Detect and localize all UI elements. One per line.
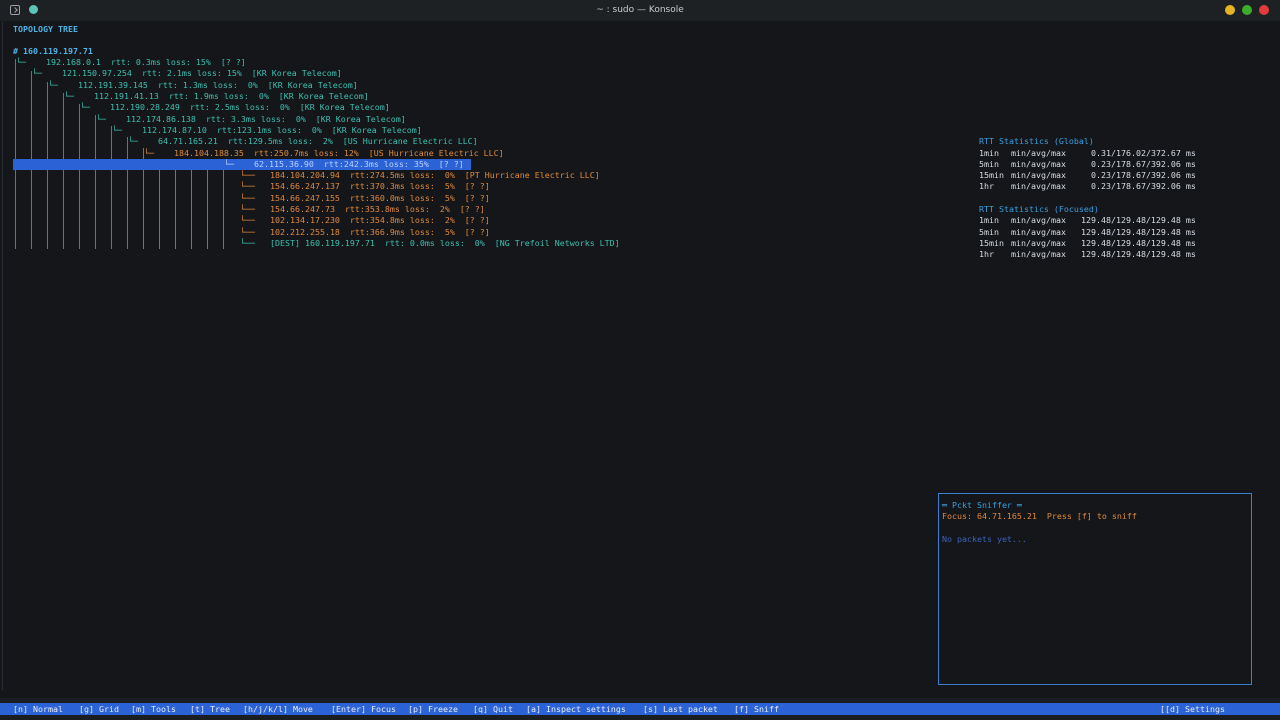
tree-row[interactable]: └─ 112.174.87.10 rtt:123.1ms loss: 0% [K… [112,125,422,136]
tree-rail [207,159,208,249]
hop-text: 121.150.97.254 rtt: 2.1ms loss: 15% [KR … [61,68,342,78]
hop-text: 112.174.87.10 rtt:123.1ms loss: 0% [KR K… [141,125,422,135]
rtt-global-title: RTT Statistics (Global) [979,136,1094,146]
tree-rail [111,126,112,249]
hop-text: 102.212.255.18 rtt:366.9ms loss: 5% [? ?… [270,227,490,237]
tree-connector: └─ [224,159,234,169]
hop-text: 192.168.0.1 rtt: 0.3ms loss: 15% [? ?] [45,57,246,67]
close-icon[interactable] [1259,5,1269,15]
hop-text: [DEST] 160.119.197.71 rtt: 0.0ms loss: 0… [270,238,620,248]
hop-text: 184.104.204.94 rtt:274.5ms loss: 0% [PT … [270,170,600,180]
tree-connector: └── [240,170,255,180]
sniffer-empty-message: No packets yet... [942,534,1027,544]
rtt-focused-title: RTT Statistics (Focused) [979,204,1099,214]
title-bar: ~ : sudo — Konsole [0,0,1280,22]
tree-row[interactable]: └── 102.134.17.230 rtt:354.8ms loss: 2% … [240,215,490,226]
tree-row[interactable]: └─ 121.150.97.254 rtt: 2.1ms loss: 15% [… [32,68,342,79]
window-title: ~ : sudo — Konsole [596,5,684,15]
keybinding-tree[interactable]: [t] Tree [190,703,230,715]
hop-text: 112.191.41.13 rtt: 1.9ms loss: 0% [KR Ko… [93,91,369,101]
hop-text: 62.115.36.90 rtt:242.3ms loss: 35% [? ?] [253,159,464,169]
packet-sniffer-panel[interactable]: ═ Pckt Sniffer ═ Focus: 64.71.165.21 Pre… [938,493,1252,685]
keybinding-move[interactable]: [h/j/k/l] Move [243,703,313,715]
keybinding-last-packet[interactable]: [s] Last packet [643,703,718,715]
tree-row[interactable]: └─ 112.190.28.249 rtt: 2.5ms loss: 0% [K… [80,102,390,113]
hop-text: 184.104.188.35 rtt:250.7ms loss: 12% [US… [173,148,504,158]
tree-rail [79,104,80,249]
tree-rail [191,159,192,249]
tree-rail [63,93,64,249]
sniffer-focus: Focus: 64.71.165.21 Press [f] to sniff [942,511,1137,521]
keybinding-tools[interactable]: [m] Tools [131,703,176,715]
tree-rail [95,115,96,249]
tree-connector: └─ [16,57,26,67]
tree-connector: └─ [96,114,106,124]
tree-row[interactable]: └─ 184.104.188.35 rtt:250.7ms loss: 12% … [144,148,504,159]
tree-connector: └─ [48,80,58,90]
tree-connector: └── [240,181,255,191]
hop-text: 112.174.86.138 rtt: 3.3ms loss: 0% [KR K… [125,114,406,124]
tree-row[interactable]: └── 102.212.255.18 rtt:366.9ms loss: 5% … [240,227,490,238]
tree-connector: └── [240,238,255,248]
topology-header: TOPOLOGY TREE [13,24,78,34]
tree-connector: └─ [32,68,42,78]
hop-text: 64.71.165.21 rtt:129.5ms loss: 2% [US Hu… [157,136,478,146]
keybinding-normal[interactable]: [n] Normal [13,703,63,715]
topology-root[interactable]: # 160.119.197.71 [13,46,93,57]
rtt-global-row: 1min min/avg/max 0.31/176.02/372.67 ms [979,148,1196,158]
keybinding-grid[interactable]: [g] Grid [79,703,119,715]
tree-connector: └─ [64,91,74,101]
tree-connector: └── [240,215,255,225]
hop-text: 154.66.247.155 rtt:360.0ms loss: 5% [? ?… [270,193,490,203]
keybinding-freeze[interactable]: [p] Freeze [408,703,458,715]
keybinding-settings[interactable]: [[d] Settings [1160,703,1225,715]
rtt-focused-row: 5min min/avg/max 129.48/129.48/129.48 ms [979,227,1196,237]
tree-row[interactable]: └── 154.66.247.155 rtt:360.0ms loss: 5% … [240,193,490,204]
hop-text: 154.66.247.137 rtt:370.3ms loss: 5% [? ?… [270,181,490,191]
tree-row-destination[interactable]: └── [DEST] 160.119.197.71 rtt: 0.0ms los… [240,238,620,249]
hop-text: 112.191.39.145 rtt: 1.3ms loss: 0% [KR K… [77,80,358,90]
status-bar: [n] Normal [g] Grid [m] Tools [t] Tree [… [0,703,1280,715]
rtt-focused-row: 15min min/avg/max 129.48/129.48/129.48 ms [979,238,1196,248]
tree-row[interactable]: └─ 112.191.41.13 rtt: 1.9ms loss: 0% [KR… [64,91,369,102]
tree-connector: └── [240,193,255,203]
keybinding-sniff[interactable]: [f] Sniff [734,703,779,715]
tree-row[interactable]: └── 154.66.247.73 rtt:353.8ms loss: 2% [… [240,204,485,215]
tree-rail [15,59,16,249]
hop-text: 154.66.247.73 rtt:353.8ms loss: 2% [? ?] [270,204,485,214]
sniffer-title: ═ Pckt Sniffer ═ [942,500,1022,510]
keybinding-focus[interactable]: [Enter] Focus [331,703,396,715]
tree-connector: └─ [128,136,138,146]
tree-rail [223,159,224,249]
tree-connector: └── [240,204,255,214]
tree-connector: └─ [80,102,90,112]
tree-row[interactable]: └─ 192.168.0.1 rtt: 0.3ms loss: 15% [? ?… [16,57,246,68]
panel-border [2,22,3,690]
tree-connector: └── [240,227,255,237]
tree-rail [175,159,176,249]
rtt-global-row: 15min min/avg/max 0.23/178.67/392.06 ms [979,170,1196,180]
tree-rail [127,137,128,249]
tree-row[interactable]: └─ 64.71.165.21 rtt:129.5ms loss: 2% [US… [128,136,478,147]
hop-text: 112.190.28.249 rtt: 2.5ms loss: 0% [KR K… [109,102,390,112]
tree-connector: └─ [144,148,154,158]
tree-rail [159,159,160,249]
tree-row[interactable]: └── 154.66.247.137 rtt:370.3ms loss: 5% … [240,181,490,192]
rtt-global-row: 1hr min/avg/max 0.23/178.67/392.06 ms [979,181,1196,191]
keybinding-inspect-settings[interactable]: [a] Inspect settings [526,703,626,715]
tree-row[interactable]: └─ 112.174.86.138 rtt: 3.3ms loss: 0% [K… [96,114,406,125]
rtt-focused-row: 1min min/avg/max 129.48/129.48/129.48 ms [979,215,1196,225]
minimize-icon[interactable] [1225,5,1235,15]
maximize-icon[interactable] [1242,5,1252,15]
tree-row[interactable]: └─ 112.191.39.145 rtt: 1.3ms loss: 0% [K… [48,80,358,91]
tree-row[interactable]: └── 184.104.204.94 rtt:274.5ms loss: 0% … [240,170,600,181]
selected-tree-row[interactable]: └─ 62.115.36.90 rtt:242.3ms loss: 35% [?… [13,159,471,170]
keybinding-quit[interactable]: [q] Quit [473,703,513,715]
tree-row-selected[interactable]: └─ 62.115.36.90 rtt:242.3ms loss: 35% [?… [224,159,464,170]
rtt-global-row: 5min min/avg/max 0.23/178.67/392.06 ms [979,159,1196,169]
rtt-focused-row: 1hr min/avg/max 129.48/129.48/129.48 ms [979,249,1196,259]
window-bottom-edge [0,715,1280,720]
tree-connector: └─ [112,125,122,135]
hop-text: 102.134.17.230 rtt:354.8ms loss: 2% [? ?… [270,215,490,225]
